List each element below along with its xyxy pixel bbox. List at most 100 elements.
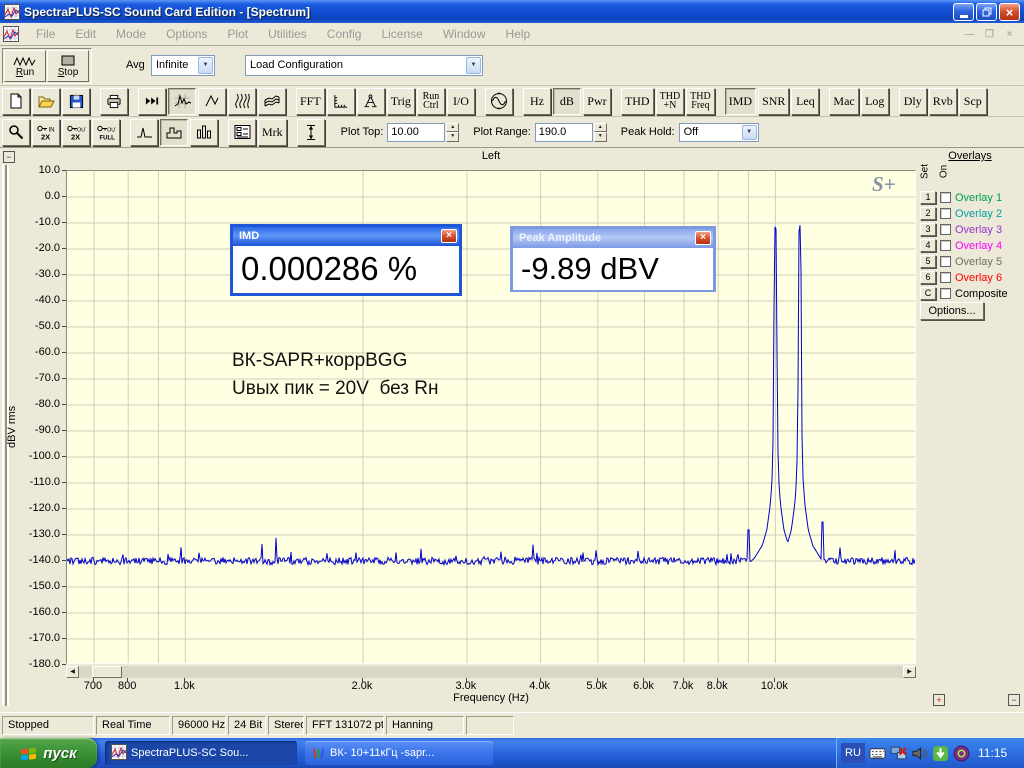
scrollbar-thumb[interactable] (92, 666, 122, 678)
plot-top-spinner[interactable]: ▲ ▼ (446, 122, 460, 142)
language-indicator[interactable]: RU (841, 743, 865, 763)
overlay-on-checkbox-C[interactable] (940, 288, 951, 299)
restore-button[interactable] (976, 3, 997, 21)
network-disconnected-icon[interactable] (890, 745, 907, 762)
spectrum-display-button[interactable] (168, 87, 196, 115)
marker-button[interactable]: Mrk (258, 118, 287, 146)
pwr-units-button[interactable]: Pwr (582, 87, 611, 115)
mac-button[interactable]: Mac (829, 87, 859, 115)
averaging-select[interactable]: Infinite ▼ (151, 55, 215, 76)
thd-button[interactable]: THD (620, 87, 654, 115)
taskbar-item-spectraplus[interactable]: SpectraPLUS-SC Sou... (105, 741, 297, 765)
menu-window[interactable]: Window (433, 27, 496, 41)
pass-through-button[interactable] (138, 87, 166, 115)
run-button[interactable]: Run (4, 50, 46, 82)
signal-generator-button[interactable] (484, 87, 513, 115)
menu-options[interactable]: Options (156, 27, 217, 41)
trigger-button[interactable]: Trig (386, 87, 415, 115)
fft-settings-button[interactable]: FFT (296, 87, 325, 115)
start-button[interactable]: пуск (0, 738, 97, 768)
thd-n-button[interactable]: THD +N (655, 87, 685, 115)
collapse-pane-button[interactable]: − (3, 151, 15, 163)
overlay-set-button-1[interactable]: 1 (920, 191, 936, 204)
spin-up-icon[interactable]: ▲ (446, 122, 460, 132)
overlay-on-checkbox-6[interactable] (940, 272, 951, 283)
overlays-options-button[interactable]: Options... (920, 302, 984, 320)
snr-button[interactable]: SNR (758, 87, 790, 115)
surface-display-button[interactable] (258, 87, 286, 115)
plot-range-input[interactable]: 190.0 (534, 122, 593, 142)
zoom-in-box-button[interactable]: + (933, 694, 945, 706)
line-display-button[interactable] (130, 118, 158, 146)
peak-close-icon[interactable]: × (695, 231, 711, 245)
menu-help[interactable]: Help (496, 27, 541, 41)
plot-top-input[interactable]: 10.00 (387, 122, 446, 142)
plot-options-button[interactable] (228, 118, 256, 146)
menu-mode[interactable]: Mode (106, 27, 156, 41)
close-button[interactable]: × (999, 3, 1020, 21)
thd-freq-button[interactable]: THD Freq (686, 87, 715, 115)
vertical-scale-button[interactable] (296, 118, 325, 146)
scroll-right-icon[interactable]: ▶ (903, 666, 916, 678)
plot-range-spinner[interactable]: ▲ ▼ (593, 122, 607, 142)
zoom-button[interactable] (2, 118, 30, 146)
load-configuration-select[interactable]: Load Configuration ▼ (245, 55, 483, 76)
menu-file[interactable]: File (26, 27, 65, 41)
overlay-set-button-4[interactable]: 4 (920, 239, 936, 252)
peak-window-titlebar[interactable]: Peak Amplitude × (513, 229, 713, 248)
spin-up-icon[interactable]: ▲ (593, 122, 607, 132)
mdi-restore-button[interactable]: ❒ (981, 27, 998, 42)
imd-close-icon[interactable]: × (441, 229, 457, 243)
menu-config[interactable]: Config (317, 27, 372, 41)
mdi-minimize-button[interactable]: — (961, 27, 978, 42)
db-units-button[interactable]: dB (552, 87, 581, 115)
overlay-set-button-6[interactable]: 6 (920, 271, 936, 284)
overlay-set-button-2[interactable]: 2 (920, 207, 936, 220)
imd-button[interactable]: IMD (724, 87, 757, 115)
overlay-set-button-5[interactable]: 5 (920, 255, 936, 268)
new-file-button[interactable] (2, 87, 30, 115)
scroll-left-icon[interactable]: ◀ (66, 666, 79, 678)
save-file-button[interactable] (62, 87, 90, 115)
volume-icon[interactable] (911, 745, 928, 762)
io-device-button[interactable]: I/O (446, 87, 475, 115)
mdi-close-button[interactable]: × (1001, 27, 1018, 42)
spectrogram-display-button[interactable] (228, 87, 256, 115)
keyboard-icon[interactable] (869, 745, 886, 762)
print-button[interactable] (100, 87, 128, 115)
menu-utilities[interactable]: Utilities (258, 27, 317, 41)
fill-display-button[interactable] (160, 118, 188, 146)
scaling-button[interactable] (326, 87, 355, 115)
hz-units-button[interactable]: Hz (522, 87, 551, 115)
bar-display-button[interactable] (190, 118, 218, 146)
scp-button[interactable]: Scp (958, 87, 987, 115)
stop-button[interactable]: Stop (47, 50, 89, 82)
menu-edit[interactable]: Edit (65, 27, 106, 41)
imd-window-titlebar[interactable]: IMD × (233, 227, 459, 246)
menu-license[interactable]: License (371, 27, 432, 41)
taskbar-item-image[interactable]: ВК- 10+11кГц -sapr... (305, 741, 493, 765)
zoom-in-2x-button[interactable]: IN 2X (32, 118, 60, 146)
peak-hold-select[interactable]: Off ▼ (678, 122, 759, 142)
overlay-set-button-3[interactable]: 3 (920, 223, 936, 236)
calibration-button[interactable] (356, 87, 385, 115)
antivirus-icon[interactable] (953, 745, 970, 762)
spin-down-icon[interactable]: ▼ (446, 132, 460, 142)
menu-plot[interactable]: Plot (217, 27, 258, 41)
overlay-on-checkbox-2[interactable] (940, 208, 951, 219)
update-icon[interactable] (932, 745, 949, 762)
spin-down-icon[interactable]: ▼ (593, 132, 607, 142)
open-file-button[interactable] (32, 87, 60, 115)
overlay-on-checkbox-4[interactable] (940, 240, 951, 251)
leq-button[interactable]: Leq (791, 87, 820, 115)
overlay-on-checkbox-3[interactable] (940, 224, 951, 235)
zoom-out-2x-button[interactable]: OUT2X (62, 118, 90, 146)
minimize-button[interactable] (953, 3, 974, 21)
waveform-display-button[interactable] (198, 87, 226, 115)
overlay-set-button-C[interactable]: C (920, 287, 936, 300)
rvb-button[interactable]: Rvb (928, 87, 957, 115)
plot-horizontal-scrollbar[interactable]: ◀ ▶ (66, 666, 916, 678)
zoom-out-full-button[interactable]: OUT FULL (92, 118, 120, 146)
overlay-on-checkbox-5[interactable] (940, 256, 951, 267)
zoom-out-box-button[interactable]: − (1008, 694, 1020, 706)
